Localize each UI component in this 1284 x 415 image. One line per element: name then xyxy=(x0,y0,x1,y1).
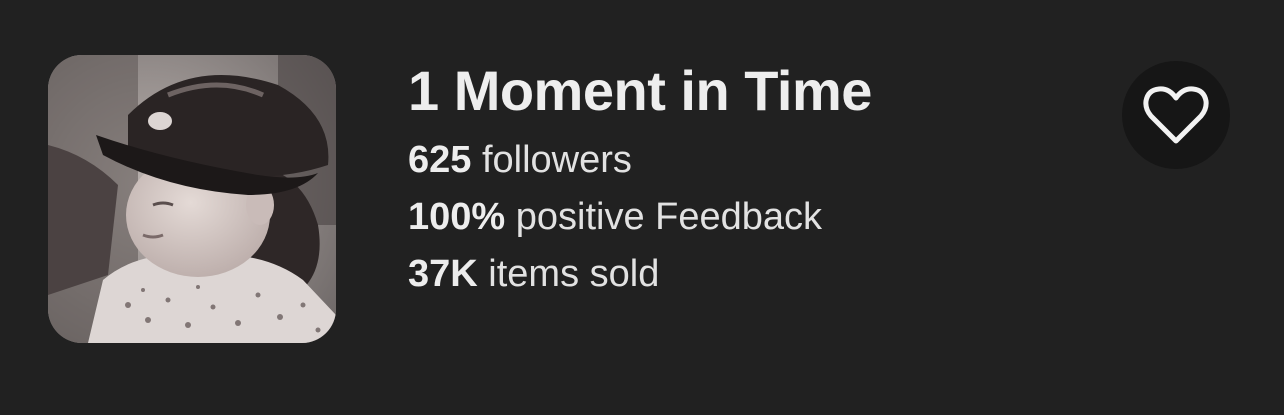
items-sold-count: 37K xyxy=(408,253,478,295)
followers-count: 625 xyxy=(408,139,472,181)
followers-label: followers xyxy=(471,139,632,181)
heart-outline-icon xyxy=(1143,86,1209,144)
store-name[interactable]: 1 Moment in Time xyxy=(408,58,872,124)
seller-card: 1 Moment in Time 625 followers 100% posi… xyxy=(0,0,1284,415)
feedback-percent: 100% xyxy=(408,196,506,238)
follow-button[interactable] xyxy=(1122,61,1230,169)
feedback-stat: 100% positive Feedback xyxy=(408,189,872,246)
feedback-label: positive Feedback xyxy=(505,196,823,238)
items-sold-stat: 37K items sold xyxy=(408,246,872,303)
followers-stat: 625 followers xyxy=(408,132,872,189)
seller-avatar[interactable] xyxy=(48,55,336,343)
avatar-photo xyxy=(48,55,336,343)
seller-info: 1 Moment in Time 625 followers 100% posi… xyxy=(408,58,872,303)
items-sold-label: items sold xyxy=(477,253,660,295)
